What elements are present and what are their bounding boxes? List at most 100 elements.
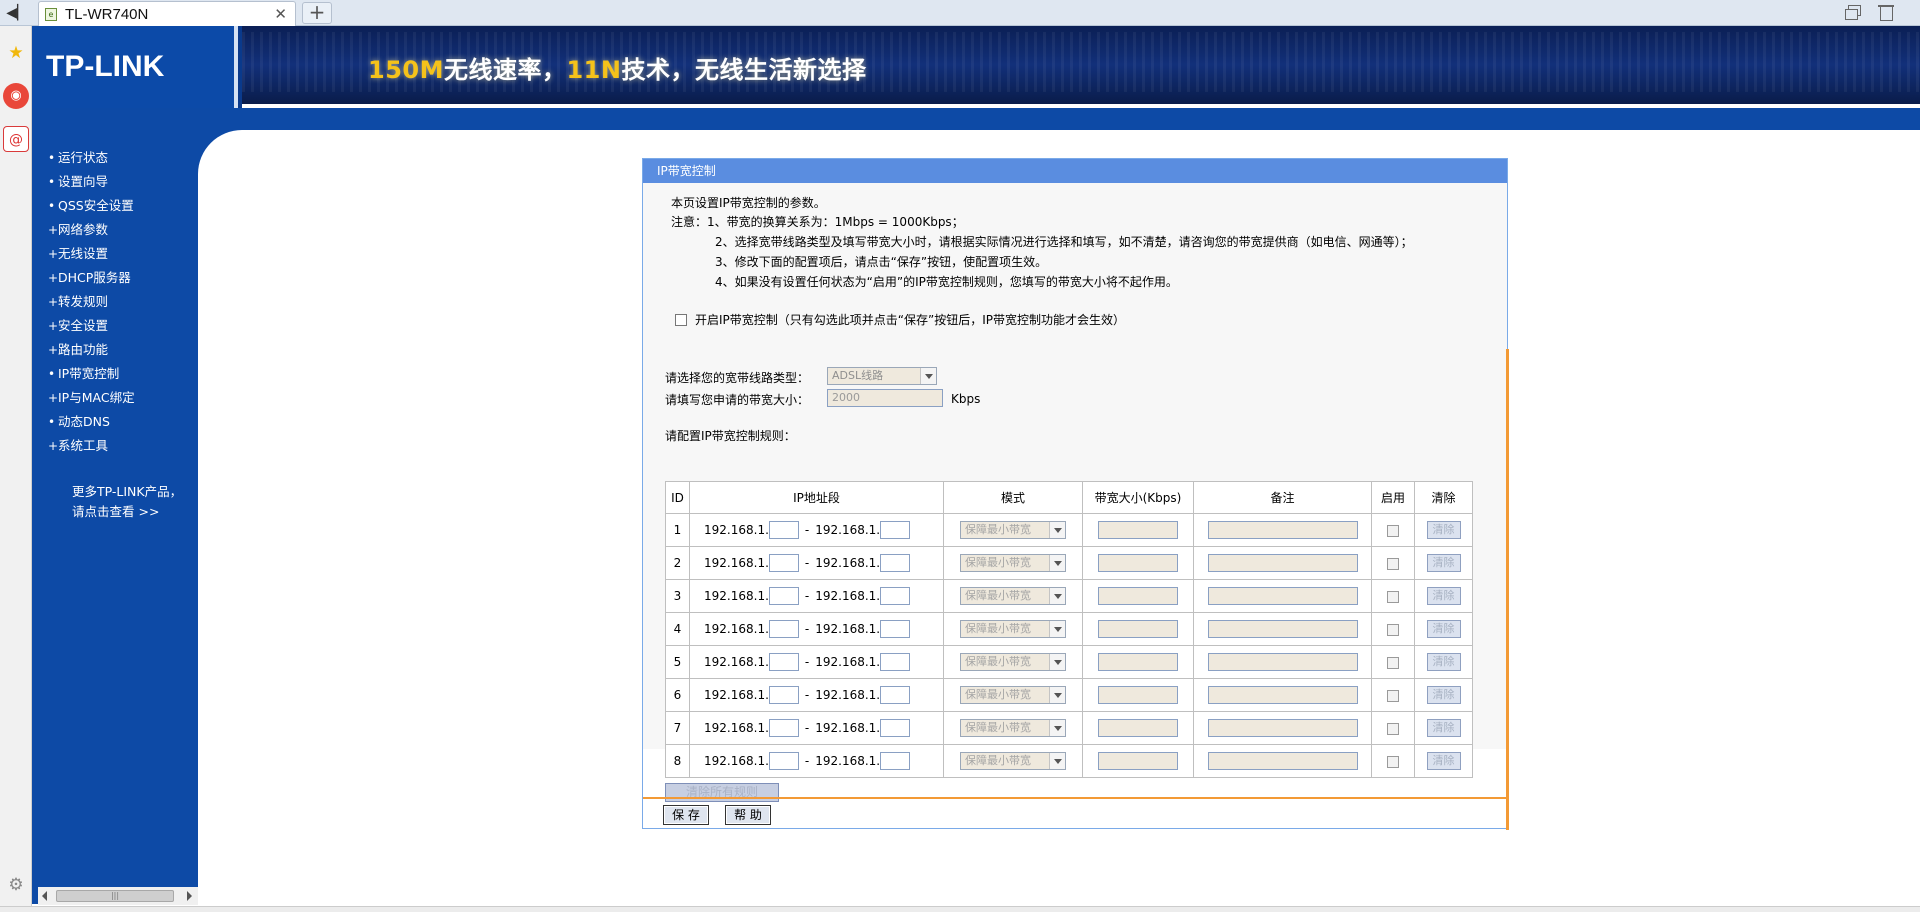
more-products-link[interactable]: 更多TP-LINK产品， 请点击查看 >>	[72, 482, 182, 522]
enable-checkbox[interactable]	[1387, 755, 1399, 768]
note-input[interactable]	[1207, 686, 1358, 704]
trash-icon[interactable]	[1878, 3, 1894, 21]
ip-start-input[interactable]	[768, 620, 799, 638]
ip-prefix-end: 192.168.1.	[815, 589, 881, 603]
enable-checkbox[interactable]	[1387, 689, 1399, 702]
weibo-icon[interactable]: ◉	[3, 83, 29, 109]
menu-item-security[interactable]: +安全设置	[48, 315, 108, 335]
rule-ip-range: 192.168.1. -192.168.1.	[689, 612, 944, 646]
clear-row-button[interactable]: 清除	[1426, 752, 1461, 770]
rule-mode: 保障最小带宽	[943, 678, 1083, 712]
note-input[interactable]	[1207, 620, 1358, 638]
menu-item-network[interactable]: +网络参数	[48, 219, 108, 239]
browser-tab[interactable]: e TL-WR740N ✕	[38, 1, 296, 26]
menu-item-status[interactable]: • 运行状态	[48, 147, 108, 167]
menu-item-qss[interactable]: • QSS安全设置	[48, 195, 134, 215]
rule-note	[1193, 546, 1372, 580]
ip-end-input[interactable]	[880, 620, 911, 638]
mode-select[interactable]: 保障最小带宽	[960, 686, 1066, 704]
enable-checkbox[interactable]	[1387, 524, 1399, 537]
bandwidth-input[interactable]	[1098, 587, 1178, 605]
menu-item-forwarding[interactable]: +转发规则	[48, 291, 108, 311]
menu-item-wireless[interactable]: +无线设置	[48, 243, 108, 263]
ip-start-input[interactable]	[768, 752, 799, 770]
settings-gear-icon[interactable]: ⚙	[3, 872, 29, 898]
ip-end-input[interactable]	[880, 521, 911, 539]
rule-id: 2	[665, 546, 690, 580]
bandwidth-input[interactable]: 2000	[827, 389, 943, 407]
note-input[interactable]	[1207, 554, 1358, 572]
clear-row-button[interactable]: 清除	[1426, 587, 1461, 605]
enable-checkbox[interactable]	[1387, 656, 1399, 669]
enable-checkbox[interactable]	[1387, 623, 1399, 636]
ip-start-input[interactable]	[768, 587, 799, 605]
bandwidth-input[interactable]	[1098, 554, 1178, 572]
ip-start-input[interactable]	[768, 719, 799, 737]
menu-item-routing[interactable]: +路由功能	[48, 339, 108, 359]
back-icon[interactable]: ◀▏	[6, 3, 28, 23]
ip-start-input[interactable]	[768, 521, 799, 539]
clear-row-button[interactable]: 清除	[1426, 620, 1461, 638]
ip-end-input[interactable]	[880, 587, 911, 605]
menu-item-system-tools[interactable]: +系统工具	[48, 435, 108, 455]
ip-prefix-end: 192.168.1.	[815, 655, 881, 669]
clear-all-rules-button[interactable]: 清除所有规则	[665, 783, 779, 802]
note-input[interactable]	[1207, 587, 1358, 605]
rule-enable	[1371, 744, 1415, 778]
save-button[interactable]: 保 存	[663, 805, 709, 825]
ip-start-input[interactable]	[768, 554, 799, 572]
note-input[interactable]	[1207, 653, 1358, 671]
ip-end-input[interactable]	[880, 554, 911, 572]
ip-end-input[interactable]	[880, 719, 911, 737]
ip-end-input[interactable]	[880, 752, 911, 770]
bandwidth-input[interactable]	[1098, 521, 1178, 539]
chevron-down-icon	[1049, 687, 1065, 703]
mode-select[interactable]: 保障最小带宽	[960, 554, 1066, 572]
ip-start-input[interactable]	[768, 686, 799, 704]
mode-select[interactable]: 保障最小带宽	[960, 752, 1066, 770]
enable-checkbox[interactable]	[1387, 590, 1399, 603]
mode-select[interactable]: 保障最小带宽	[960, 719, 1066, 737]
enable-checkbox[interactable]	[1387, 722, 1399, 735]
scroll-left-icon[interactable]	[42, 891, 47, 901]
enable-checkbox[interactable]	[1387, 557, 1399, 570]
clear-row-button[interactable]: 清除	[1426, 719, 1461, 737]
bandwidth-input[interactable]	[1098, 752, 1178, 770]
scroll-right-icon[interactable]	[187, 891, 192, 901]
clear-row-button[interactable]: 清除	[1426, 521, 1461, 539]
mode-select[interactable]: 保障最小带宽	[960, 521, 1066, 539]
new-tab-button[interactable]: +	[302, 2, 332, 24]
note-input[interactable]	[1207, 719, 1358, 737]
table-header-row: ID IP地址段 模式 带宽大小(Kbps) 备注 启用 清除	[665, 481, 1473, 514]
scroll-thumb[interactable]: |||	[56, 890, 174, 902]
rule-bandwidth	[1082, 744, 1194, 778]
mode-select[interactable]: 保障最小带宽	[960, 620, 1066, 638]
bandwidth-input[interactable]	[1098, 653, 1178, 671]
enable-ip-bandwidth-checkbox[interactable]	[675, 314, 687, 326]
note-input[interactable]	[1207, 752, 1358, 770]
mail-icon[interactable]: @	[3, 126, 29, 152]
bandwidth-input[interactable]	[1098, 686, 1178, 704]
mode-select[interactable]: 保障最小带宽	[960, 653, 1066, 671]
close-tab-icon[interactable]: ✕	[274, 5, 287, 23]
ip-end-input[interactable]	[880, 653, 911, 671]
favorites-star-icon[interactable]: ★	[3, 40, 29, 66]
horizontal-scrollbar[interactable]: |||	[38, 887, 198, 905]
clear-row-button[interactable]: 清除	[1426, 686, 1461, 704]
menu-item-dhcp[interactable]: +DHCP服务器	[48, 267, 131, 287]
note-input[interactable]	[1207, 521, 1358, 539]
bandwidth-input[interactable]	[1098, 719, 1178, 737]
menu-item-ip-mac[interactable]: +IP与MAC绑定	[48, 387, 135, 407]
mode-select[interactable]: 保障最小带宽	[960, 587, 1066, 605]
ip-end-input[interactable]	[880, 686, 911, 704]
menu-item-ddns[interactable]: • 动态DNS	[48, 411, 110, 431]
bandwidth-input[interactable]	[1098, 620, 1178, 638]
clear-row-button[interactable]: 清除	[1426, 554, 1461, 572]
clear-row-button[interactable]: 清除	[1426, 653, 1461, 671]
ip-start-input[interactable]	[768, 653, 799, 671]
help-button[interactable]: 帮 助	[725, 805, 771, 825]
menu-item-ip-bandwidth[interactable]: • IP带宽控制	[48, 363, 119, 383]
menu-item-wizard[interactable]: • 设置向导	[48, 171, 108, 191]
restore-window-icon[interactable]	[1844, 4, 1862, 20]
line-type-select[interactable]: ADSL线路	[827, 367, 937, 385]
